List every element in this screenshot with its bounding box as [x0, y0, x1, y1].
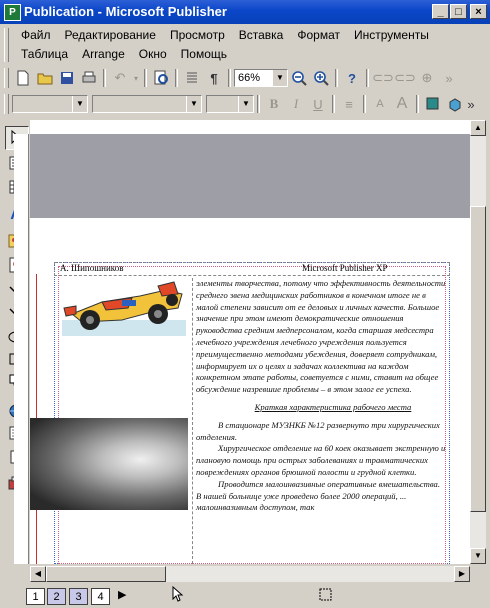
document-workspace[interactable]: А. Шипошников Microsoft Publisher XP эле…	[30, 134, 470, 564]
menu-table[interactable]: Таблица	[14, 44, 75, 64]
font-size-combo[interactable]: ▼	[206, 95, 254, 113]
next-page-icon[interactable]: ▶	[118, 588, 126, 601]
scroll-right-icon[interactable]: ▶	[454, 566, 470, 582]
horizontal-scroll-thumb[interactable]	[46, 566, 166, 582]
header-author: А. Шипошников	[60, 263, 124, 273]
undo-icon[interactable]: ↶	[109, 67, 131, 89]
paragraph: элементы творчества, потому что эффектив…	[196, 278, 446, 395]
page-4-button[interactable]: 4	[91, 588, 110, 605]
title-bar: P Publication - Microsoft Publisher _ □ …	[0, 0, 490, 24]
save-icon[interactable]	[56, 67, 78, 89]
menu-format[interactable]: Формат	[290, 25, 347, 45]
standard-toolbar: ↶ ▾ ¶ 66% ▼ ? ⊂⊃ ⊂⊃ ⊕ »	[4, 66, 460, 90]
align-left-icon[interactable]: ≡	[338, 93, 360, 115]
body-text[interactable]: элементы творчества, потому что эффектив…	[196, 278, 446, 514]
close-icon[interactable]: ×	[470, 4, 487, 19]
paragraph: Проводится малоинвазивные оперативные вм…	[196, 478, 440, 513]
bold-icon[interactable]: B	[263, 93, 285, 115]
menu-insert[interactable]: Вставка	[232, 25, 291, 45]
more-options-icon[interactable]: »	[466, 93, 476, 115]
horizontal-ruler[interactable]	[30, 120, 470, 135]
font-combo[interactable]: ▼	[92, 95, 202, 113]
more-options-icon[interactable]: »	[438, 67, 460, 89]
page-3-button[interactable]: 3	[69, 588, 88, 605]
menu-view[interactable]: Просмотр	[163, 25, 232, 45]
formatting-toolbar: ▼ ▼ ▼ B I U ≡ A A »	[4, 92, 476, 116]
status-bar: 1 2 3 4 ▶	[0, 584, 490, 608]
page-1-button[interactable]: 1	[26, 588, 45, 605]
help-icon[interactable]: ?	[341, 67, 363, 89]
special-characters-icon[interactable]: ¶	[203, 67, 225, 89]
race-car-clipart[interactable]	[62, 280, 186, 336]
chevron-down-icon[interactable]: ▼	[272, 70, 287, 86]
style-combo[interactable]: ▼	[12, 95, 88, 113]
link-icon[interactable]: ⊂⊃	[372, 67, 394, 89]
object-position-icon	[172, 585, 184, 605]
print-preview-icon[interactable]	[150, 67, 172, 89]
scroll-down-icon[interactable]: ▼	[470, 548, 486, 564]
underline-icon[interactable]: U	[307, 93, 329, 115]
menu-help[interactable]: Помощь	[174, 44, 234, 64]
vertical-ruler[interactable]	[14, 134, 29, 564]
undo-dropdown-icon[interactable]: ▾	[131, 67, 141, 89]
vertical-scroll-thumb[interactable]	[470, 206, 486, 512]
vertical-scrollbar[interactable]: ▲ ▼	[470, 120, 486, 564]
scratch-area	[30, 134, 470, 218]
decrease-font-icon[interactable]: A	[369, 93, 391, 115]
publisher-app-icon[interactable]: P	[4, 4, 21, 21]
chevron-down-icon[interactable]: ▼	[186, 96, 201, 112]
menu-bar-row1: Файл Редактирование Просмотр Вставка Фор…	[14, 25, 436, 45]
grayscale-photo[interactable]	[30, 418, 188, 510]
menu-tools[interactable]: Инструменты	[347, 25, 436, 45]
window-title: Publication - Microsoft Publisher	[24, 4, 227, 19]
menu-gripper[interactable]	[4, 28, 9, 62]
chevron-down-icon[interactable]: ▼	[72, 96, 87, 112]
menu-bar-row2: Таблица Arrange Окно Помощь	[14, 44, 234, 64]
zoom-in-icon[interactable]	[310, 67, 332, 89]
zoom-value: 66%	[238, 72, 261, 84]
paragraph: Хирургическое отделение на 60 коек оказы…	[196, 443, 446, 477]
unlink-icon[interactable]: ⊂⊃	[394, 67, 416, 89]
section-heading: Краткая характеристика рабочего места	[254, 401, 412, 412]
columns-icon[interactable]	[181, 67, 203, 89]
hyperlink-icon[interactable]: ⊕	[416, 67, 438, 89]
horizontal-scrollbar[interactable]: ◀ ▶	[30, 566, 470, 582]
paragraph: В стационаре МУЗНКБ №12 развернуто три х…	[196, 419, 440, 442]
chevron-down-icon[interactable]: ▼	[238, 96, 253, 112]
fill-color-icon[interactable]	[422, 93, 444, 115]
zoom-out-icon[interactable]	[288, 67, 310, 89]
object-size-icon	[318, 587, 334, 606]
new-document-icon[interactable]	[12, 67, 34, 89]
menu-arrange[interactable]: Arrange	[75, 44, 132, 64]
menu-window[interactable]: Окно	[132, 44, 174, 64]
header-title: Microsoft Publisher XP	[302, 263, 388, 273]
zoom-combo[interactable]: 66% ▼	[234, 69, 288, 87]
menu-edit[interactable]: Редактирование	[58, 25, 163, 45]
scroll-up-icon[interactable]: ▲	[470, 120, 486, 136]
italic-icon[interactable]: I	[285, 93, 307, 115]
open-folder-icon[interactable]	[34, 67, 56, 89]
scroll-left-icon[interactable]: ◀	[30, 566, 46, 582]
print-icon[interactable]	[78, 67, 100, 89]
increase-font-icon[interactable]: A	[391, 93, 413, 115]
3d-icon[interactable]	[444, 93, 466, 115]
minimize-icon[interactable]: _	[432, 4, 449, 19]
maximize-icon[interactable]: □	[450, 4, 467, 19]
menu-file[interactable]: Файл	[14, 25, 58, 45]
page-2-button[interactable]: 2	[47, 588, 66, 605]
